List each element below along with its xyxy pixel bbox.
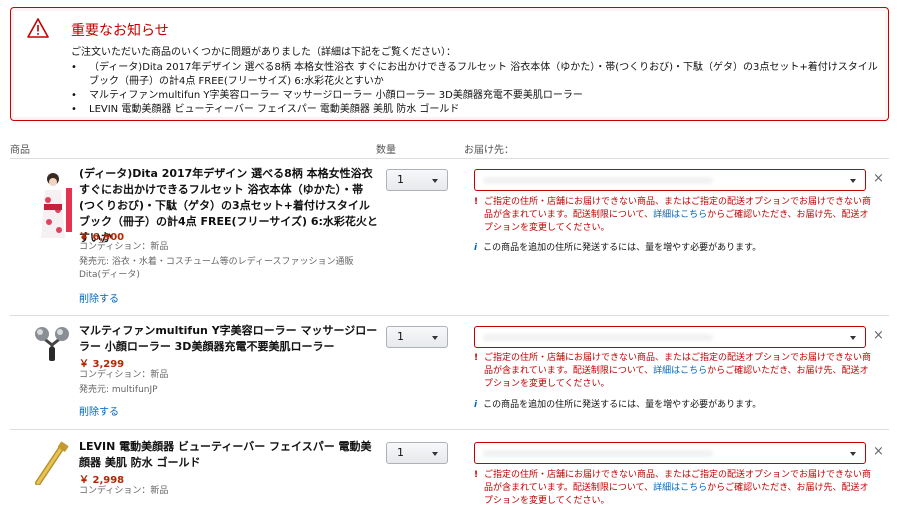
info-message: i この商品を追加の住所に発送するには、量を増やす必要があります。 [474,243,762,253]
product-condition: コンディション：新品 [79,370,169,380]
redacted-address [483,334,713,341]
quantity-select[interactable]: 1 [386,169,448,191]
delivery-error: ! ご指定の住所・店舗にお届けできない商品、またはご指定の配送オプションでお届け… [474,353,872,389]
delivery-error: ! ご指定の住所・店舗にお届けできない商品、またはご指定の配送オプションでお届け… [474,197,872,233]
error-icon: ! [474,353,479,363]
notice-item: （ディータ)Dita 2017年デザイン 選べる8柄 本格女性浴衣 すぐにお出か… [71,61,886,89]
chevron-down-icon [432,336,438,340]
address-select[interactable] [474,169,866,191]
chevron-down-icon [850,179,856,183]
chevron-down-icon [432,452,438,456]
details-link[interactable]: 詳細はこちら [653,366,707,376]
product-image [32,323,74,363]
product-image [32,441,74,485]
product-price: ￥ 3,299 [79,359,125,370]
chevron-down-icon [432,179,438,183]
close-icon[interactable]: × [873,444,884,459]
quantity-value: 1 [397,330,404,343]
close-icon[interactable]: × [873,171,884,186]
notice-title: 重要なお知らせ [71,23,169,39]
details-link[interactable]: 詳細はこちら [653,210,707,220]
important-notice: 重要なお知らせ ご注文いただいた商品のいくつかに問題がありました（詳細は下記をご… [10,7,889,121]
notice-intro: ご注文いただいた商品のいくつかに問題がありました（詳細は下記をご覧ください）： [71,47,456,58]
address-select[interactable] [474,442,866,464]
product-image [32,168,74,240]
product-seller: 発売元: multifunJP [79,385,158,395]
quantity-select[interactable]: 1 [386,442,448,464]
address-select[interactable] [474,326,866,348]
cart-row: マルティファンmultifun Y字美容ローラー マッサージローラー 小顔ローラ… [10,315,889,429]
chevron-down-icon [850,452,856,456]
info-message: i この商品を追加の住所に発送するには、量を増やす必要があります。 [474,400,762,410]
product-title[interactable]: LEVIN 電動美顔器 ビューティーバー フェイスパー 電動美顔器 美肌 防水 … [79,439,379,471]
product-condition: コンディション：新品 [79,486,169,496]
product-price: ￥ 2,998 [79,475,125,486]
product-title[interactable]: マルティファンmultifun Y字美容ローラー マッサージローラー 小顔ローラ… [79,323,379,355]
column-header-product: 商品 [10,145,30,156]
error-icon: ! [474,197,479,207]
chevron-down-icon [850,336,856,340]
product-condition: コンディション：新品 [79,242,169,252]
warning-icon [27,18,49,38]
close-icon[interactable]: × [873,328,884,343]
cart-row: (ディータ)Dita 2017年デザイン 選べる8柄 本格女性浴衣 すぐにお出か… [10,158,889,315]
info-icon: i [474,243,478,253]
product-seller: 発売元: 浴衣・水着・コスチューム等のレディースファッション通販Dita(ディー… [79,257,354,280]
delivery-error: ! ご指定の住所・店舗にお届けできない商品、またはご指定の配送オプションでお届け… [474,470,872,505]
redacted-address [483,450,713,457]
delete-link[interactable]: 削除する [79,403,119,418]
column-header-quantity: 数量 [376,145,396,156]
notice-item: マルティファンmultifun Y字美容ローラー マッサージローラー 小顔ローラ… [71,89,886,103]
notice-item: LEVIN 電動美顔器 ビューティーバー フェイスパー 電動美顔器 美肌 防水 … [71,103,886,117]
redacted-address [483,177,713,184]
column-header-delivery: お届け先： [464,145,514,156]
quantity-select[interactable]: 1 [386,326,448,348]
quantity-value: 1 [397,173,404,186]
notice-list: （ディータ)Dita 2017年デザイン 選べる8柄 本格女性浴衣 すぐにお出か… [71,61,886,117]
error-icon: ! [474,470,479,480]
details-link[interactable]: 詳細はこちら [653,483,707,493]
delete-link[interactable]: 削除する [79,290,119,305]
cart-row: LEVIN 電動美顔器 ビューティーバー フェイスパー 電動美顔器 美肌 防水 … [10,429,889,505]
info-icon: i [474,400,478,410]
quantity-value: 1 [397,446,404,459]
